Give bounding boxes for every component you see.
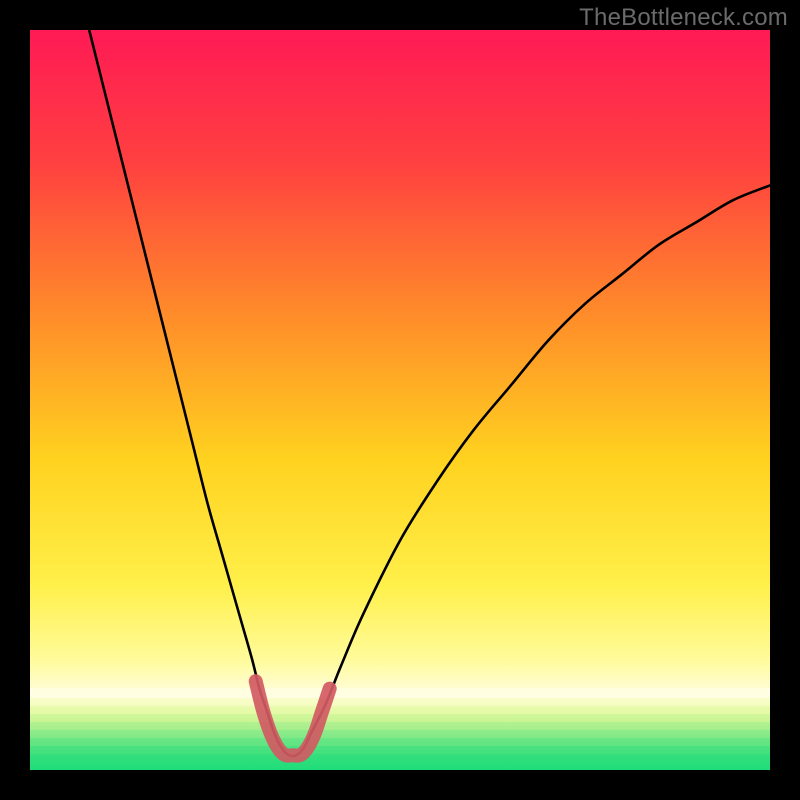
- plot-background: [30, 30, 770, 770]
- bottleneck-chart: [0, 0, 800, 800]
- watermark-text: TheBottleneck.com: [579, 4, 788, 32]
- chart-frame: TheBottleneck.com: [0, 0, 800, 800]
- bottom-bands: [30, 688, 770, 770]
